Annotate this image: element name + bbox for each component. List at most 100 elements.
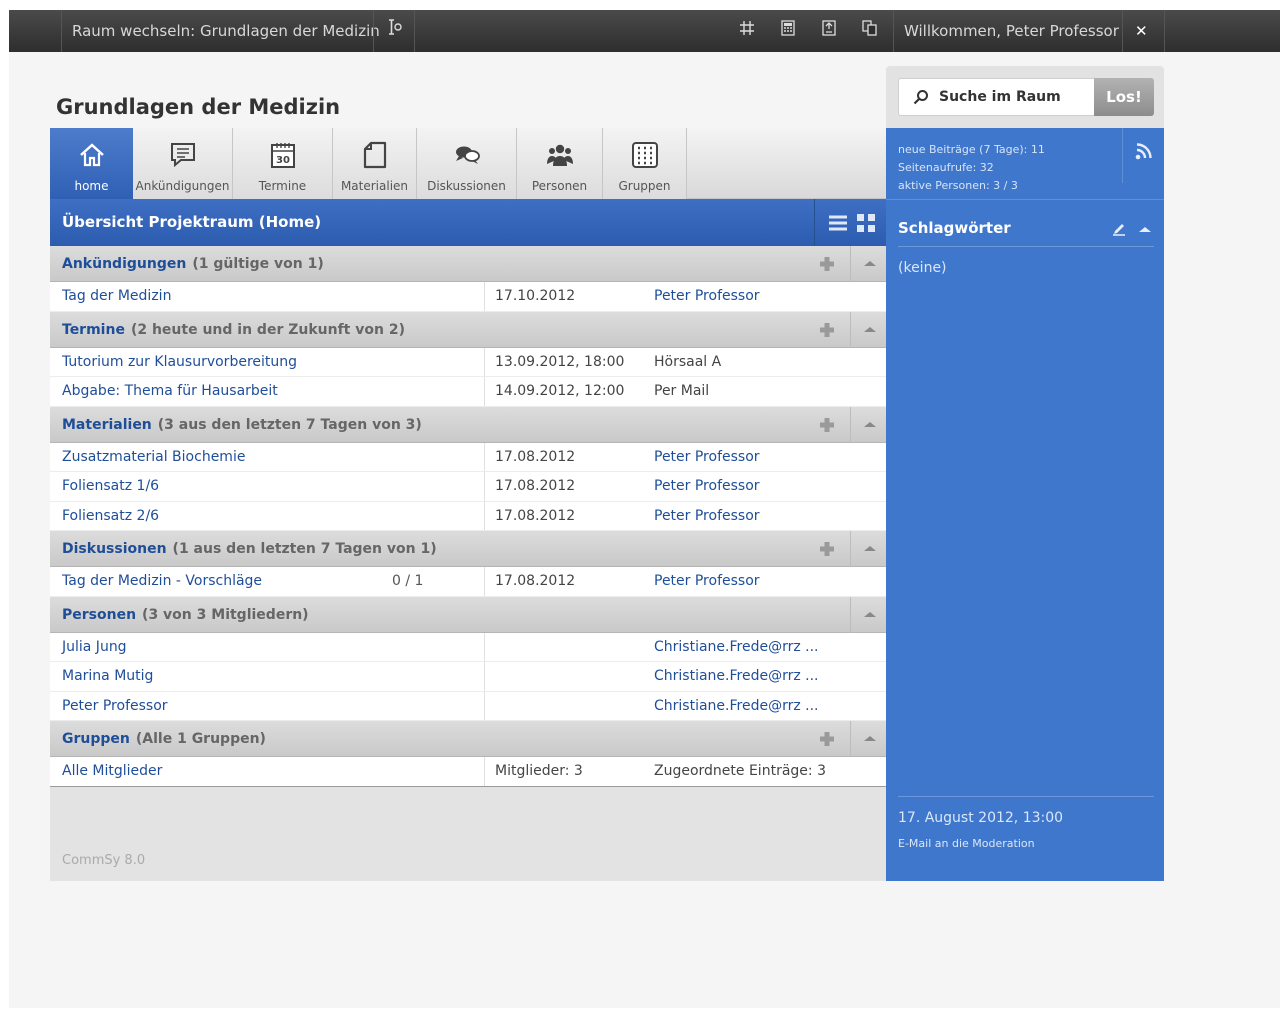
person-email[interactable]: Christiane.Frede@rrz ... [654, 662, 819, 691]
section-title[interactable]: Materialien (3 aus den letzten 7 Tagen vo… [62, 407, 422, 443]
item-author[interactable]: Peter Professor [654, 282, 760, 311]
item-date: 13.09.2012, 18:00 [495, 353, 625, 370]
table-row[interactable]: Julia Jung Christiane.Frede@rrz ... [50, 632, 886, 662]
divider [898, 246, 1154, 247]
search-icon [913, 90, 928, 105]
table-row[interactable]: Peter Professor Christiane.Frede@rrz ... [50, 691, 886, 721]
table-row[interactable]: Alle Mitglieder Mitglieder: 3 Zugeordnet… [50, 757, 886, 787]
item-date: 17.08.2012 [495, 573, 576, 589]
room-settings-icon[interactable] [381, 10, 407, 52]
tab-gruppen[interactable]: Gruppen [603, 128, 687, 199]
welcome-user-link[interactable]: Willkommen, Peter Professor [904, 10, 1119, 52]
person-name[interactable]: Peter Professor [62, 692, 168, 721]
table-row[interactable]: Zusatzmaterial Biochemie 17.08.2012 Pete… [50, 442, 886, 472]
tab-home[interactable]: home [50, 128, 133, 199]
search-input[interactable]: Suche im Raum [898, 78, 1096, 116]
tab-ankuendigungen[interactable]: Ankündigungen [133, 128, 233, 199]
stat-active-persons: aktive Personen: 3 / 3 [898, 179, 1018, 192]
collapse-button[interactable] [850, 531, 886, 567]
collapse-button[interactable] [850, 246, 886, 282]
add-icon[interactable] [818, 540, 836, 558]
section-count: (3 aus den letzten 7 Tagen von 3) [157, 416, 422, 433]
table-row[interactable]: Abgabe: Thema für Hausarbeit 14.09.2012,… [50, 377, 886, 407]
overview-title: Übersicht Projektraum (Home) [62, 213, 322, 231]
divider [814, 199, 815, 246]
collapse-button[interactable] [850, 596, 886, 633]
topbar-separator [414, 10, 415, 52]
table-row[interactable]: Foliensatz 2/6 17.08.2012 Peter Professo… [50, 501, 886, 531]
person-email[interactable]: Christiane.Frede@rrz ... [654, 633, 819, 662]
list-view-icon[interactable] [828, 213, 848, 233]
calendar-icon: 30 [270, 143, 295, 168]
tab-diskussionen[interactable]: Diskussionen [417, 128, 517, 199]
section-count: (1 aus den letzten 7 Tagen von 1) [172, 541, 437, 557]
column-divider [484, 691, 485, 720]
section-list: Ankündigungen (1 gültige von 1) Tag der M… [50, 246, 886, 787]
topbar-separator [373, 10, 374, 52]
table-row[interactable]: Tag der Medizin 17.10.2012 Peter Profess… [50, 282, 886, 312]
item-title[interactable]: Tag der Medizin [62, 282, 171, 311]
item-title[interactable]: Foliensatz 2/6 [62, 502, 159, 531]
item-title[interactable]: Tutorium zur Klausurvorbereitung [62, 348, 297, 377]
group-members: Mitglieder: 3 [495, 763, 583, 779]
item-title[interactable]: Zusatzmaterial Biochemie [62, 443, 245, 472]
section-title[interactable]: Personen (3 von 3 Mitgliedern) [62, 597, 309, 633]
version-footer: CommSy 8.0 [62, 853, 146, 868]
calculator-icon[interactable] [775, 10, 801, 52]
add-icon[interactable] [818, 255, 836, 273]
tab-label: Ankündigungen [135, 179, 230, 193]
room-switch-link[interactable]: Raum wechseln: Grundlagen der Medizin [72, 10, 380, 52]
section-title[interactable]: Diskussionen (1 aus den letzten 7 Tagen v… [62, 531, 437, 567]
item-author[interactable]: Peter Professor [654, 502, 760, 531]
add-icon[interactable] [818, 321, 836, 339]
collapse-button[interactable] [850, 311, 886, 348]
item-title[interactable]: Tag der Medizin - Vorschläge [62, 567, 262, 596]
item-date: 14.09.2012, 12:00 [495, 383, 625, 399]
collapse-button[interactable] [850, 406, 886, 443]
section-title[interactable]: Gruppen (Alle 1 Gruppen) [62, 721, 266, 757]
add-icon[interactable] [818, 416, 836, 434]
item-date: 17.08.2012 [495, 478, 576, 494]
item-author[interactable]: Peter Professor [654, 567, 760, 596]
item-date: 17.10.2012 [495, 288, 576, 304]
column-divider [484, 501, 485, 530]
table-row[interactable]: Tutorium zur Klausurvorbereitung 13.09.2… [50, 347, 886, 377]
column-divider [484, 662, 485, 691]
table-row[interactable]: Foliensatz 1/6 17.08.2012 Peter Professo… [50, 472, 886, 502]
topbar-separator [1122, 10, 1123, 52]
edit-icon[interactable] [1112, 222, 1126, 236]
group-name[interactable]: Alle Mitglieder [62, 757, 162, 786]
item-title[interactable]: Abgabe: Thema für Hausarbeit [62, 377, 278, 406]
tab-termine[interactable]: 30 Termine [233, 128, 333, 199]
item-title[interactable]: Foliensatz 1/6 [62, 472, 159, 501]
copy-icon[interactable] [857, 10, 883, 52]
section-title[interactable]: Ankündigungen (1 gültige von 1) [62, 246, 324, 282]
section-title[interactable]: Termine (2 heute und in der Zukunft von 2… [62, 312, 405, 348]
collapse-button[interactable] [850, 721, 886, 757]
item-author[interactable]: Peter Professor [654, 472, 760, 501]
search-placeholder: Suche im Raum [939, 89, 1061, 105]
item-author[interactable]: Peter Professor [654, 443, 760, 472]
person-email[interactable]: Christiane.Frede@rrz ... [654, 692, 819, 721]
person-name[interactable]: Marina Mutig [62, 662, 153, 691]
rss-button[interactable] [1122, 128, 1164, 183]
tab-materialien[interactable]: Materialien [333, 128, 417, 199]
tile-view-icon[interactable] [856, 213, 876, 233]
table-row[interactable]: Tag der Medizin - Vorschläge 0 / 1 17.08… [50, 567, 886, 597]
discussion-icon [455, 146, 480, 164]
logout-close-icon[interactable]: ✕ [1135, 10, 1148, 52]
section-header-gruppen: Gruppen (Alle 1 Gruppen) [50, 721, 886, 757]
email-moderation-link[interactable]: E-Mail an die Moderation [898, 837, 1035, 850]
tab-personen[interactable]: Personen [517, 128, 603, 199]
search-submit-button[interactable]: Los! [1094, 78, 1154, 116]
person-name[interactable]: Julia Jung [62, 633, 127, 662]
item-date: 17.08.2012 [495, 448, 576, 465]
section-count: (2 heute und in der Zukunft von 2) [130, 321, 405, 338]
clipboard-icon[interactable] [816, 10, 842, 52]
grid-icon[interactable] [734, 10, 760, 52]
collapse-up-icon[interactable] [1138, 224, 1152, 234]
table-row[interactable]: Marina Mutig Christiane.Frede@rrz ... [50, 662, 886, 692]
add-icon[interactable] [818, 730, 836, 748]
announcement-icon [170, 143, 195, 168]
page-title: Grundlagen der Medizin [56, 95, 341, 119]
